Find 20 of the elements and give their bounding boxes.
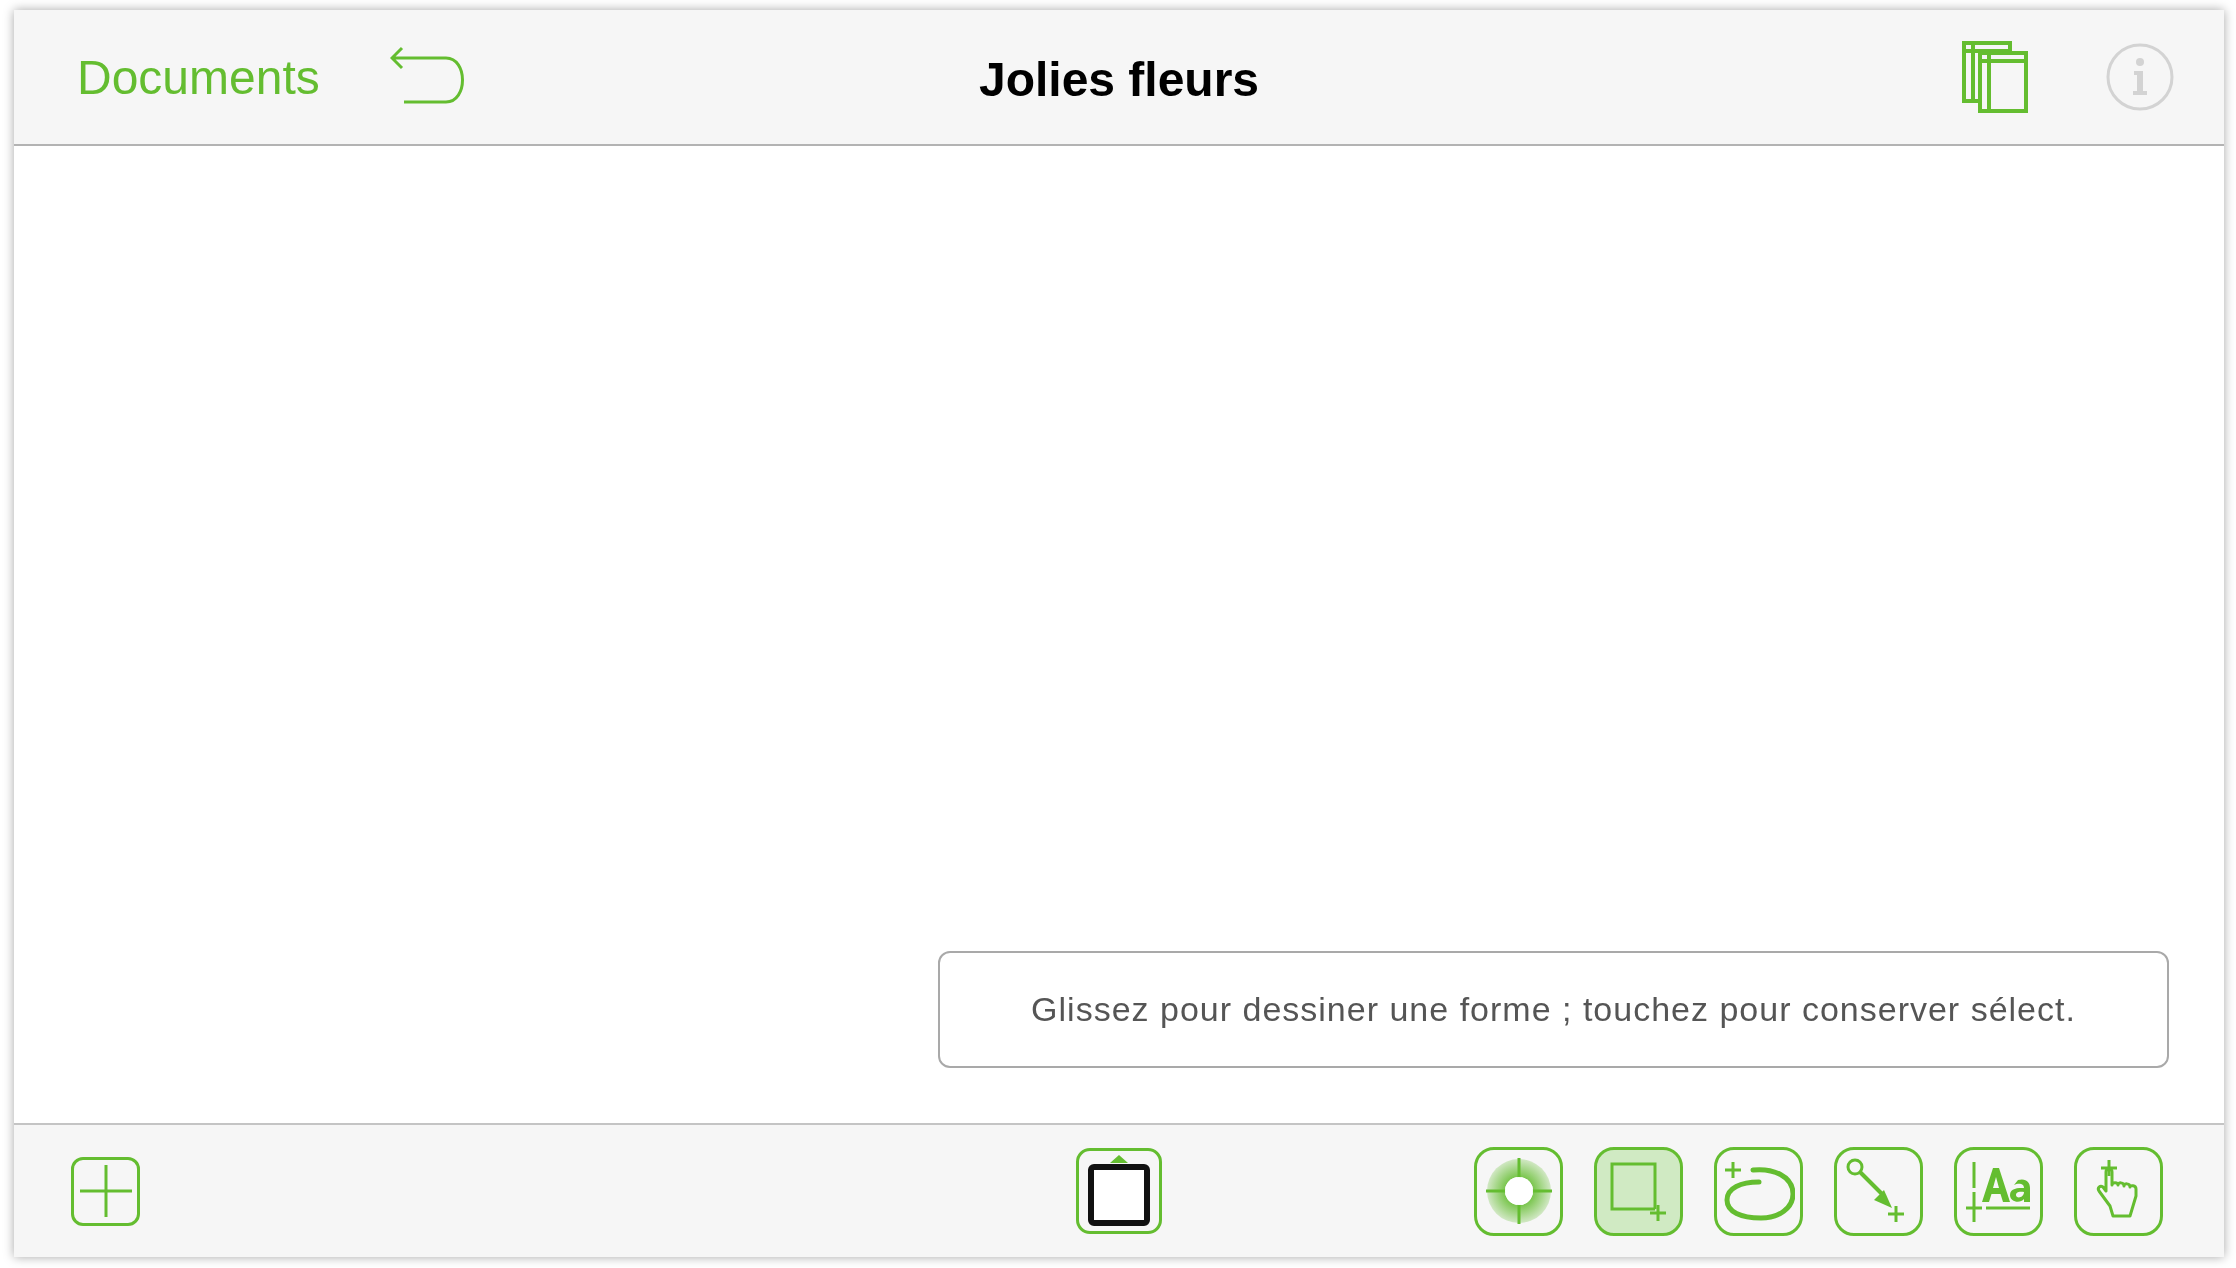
lasso-tool-button[interactable]: [1714, 1146, 1803, 1236]
canvas-button[interactable]: [1076, 1148, 1162, 1234]
rectangle-tool-button[interactable]: [1594, 1146, 1683, 1236]
add-button[interactable]: [71, 1156, 140, 1226]
canvas-icon: [1086, 1153, 1152, 1229]
info-button[interactable]: [2106, 43, 2174, 111]
rectangle-icon: [1608, 1161, 1669, 1221]
documents-link[interactable]: Documents: [77, 49, 320, 105]
info-icon: [2106, 43, 2174, 111]
connector-tool-button[interactable]: [1834, 1146, 1923, 1236]
hint-message: Glissez pour dessiner une forme ; touchez pour conserver sélect.: [938, 951, 2169, 1068]
style-tool-button[interactable]: [1474, 1146, 1563, 1236]
plus-icon: [79, 1165, 132, 1217]
text-tool-button[interactable]: [1954, 1146, 2043, 1236]
window-title: Jolies fleurs: [978, 51, 1260, 107]
layers-button[interactable]: [1962, 41, 2028, 113]
touch-tool-button[interactable]: [2074, 1146, 2163, 1236]
lasso-icon: [1722, 1160, 1795, 1222]
target-icon: [1485, 1158, 1552, 1224]
layers-icon: [1962, 41, 2028, 113]
